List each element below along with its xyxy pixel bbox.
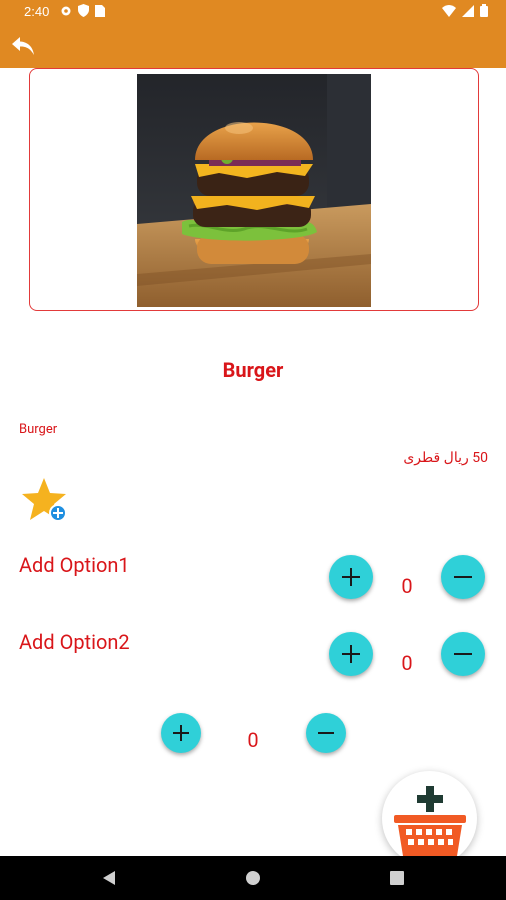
minus-icon <box>454 653 472 655</box>
quantity-decrease-button[interactable] <box>306 713 346 753</box>
option2-decrease-button[interactable] <box>441 632 485 676</box>
add-to-cart-button[interactable] <box>382 771 477 866</box>
app-bar <box>0 24 506 68</box>
option1-increase-button[interactable] <box>329 555 373 599</box>
back-button[interactable] <box>8 32 38 60</box>
status-icons-left <box>60 4 105 17</box>
add-to-basket-icon <box>394 786 466 856</box>
product-price: 50 ريال قطرى <box>403 450 488 466</box>
quantity-count: 0 <box>247 728 259 752</box>
option1-count: 0 <box>401 574 413 598</box>
option1-decrease-button[interactable] <box>441 555 485 599</box>
option1-label: Add Option1 <box>19 553 130 577</box>
shield-icon <box>78 4 89 17</box>
burger-photo <box>137 74 371 307</box>
wifi-icon <box>442 4 456 17</box>
nav-home-icon[interactable] <box>245 870 261 886</box>
system-navigation-bar <box>0 856 506 900</box>
battery-icon <box>480 4 488 17</box>
nav-recents-icon[interactable] <box>389 870 405 886</box>
product-image <box>137 74 371 307</box>
option2-count: 0 <box>401 651 413 675</box>
plus-icon <box>173 725 189 741</box>
status-bar: 2:40 <box>0 0 506 24</box>
signal-icon <box>462 4 474 17</box>
status-time: 2:40 <box>24 4 50 19</box>
minus-icon <box>454 576 472 578</box>
star-add-icon <box>22 478 67 522</box>
settings-icon <box>61 6 71 15</box>
quantity-increase-button[interactable] <box>161 713 201 753</box>
add-favorite-button[interactable] <box>20 476 70 524</box>
back-arrow-icon <box>12 37 34 55</box>
minus-icon <box>318 732 334 734</box>
product-title: Burger <box>222 358 284 382</box>
option2-label: Add Option2 <box>19 630 130 654</box>
product-image-card <box>29 68 479 311</box>
plus-icon <box>342 568 360 586</box>
option2-increase-button[interactable] <box>329 632 373 676</box>
plus-icon <box>342 645 360 663</box>
product-description: Burger <box>19 422 58 437</box>
nav-back-icon[interactable] <box>101 870 117 886</box>
sim-card-icon <box>95 4 105 17</box>
status-icons-right <box>442 4 488 17</box>
